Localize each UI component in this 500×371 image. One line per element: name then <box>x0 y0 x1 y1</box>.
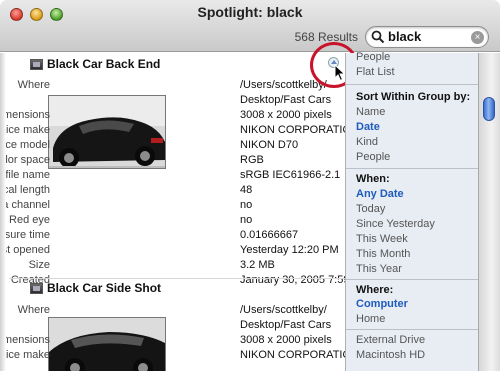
where-option-computer[interactable]: Computer <box>356 298 408 310</box>
sort-option-name[interactable]: Name <box>356 106 385 118</box>
where-option-external-drive[interactable]: External Drive <box>356 334 425 346</box>
sidebar-divider <box>346 279 479 280</box>
result-title[interactable]: Black Car Side Shot <box>47 281 161 295</box>
sidebar-divider <box>346 84 479 85</box>
when-option-any-date[interactable]: Any Date <box>356 188 404 200</box>
result-title[interactable]: Black Car Back End <box>47 57 160 71</box>
where-option-home[interactable]: Home <box>356 313 385 325</box>
spotlight-window: Spotlight: black 568 Results black × Bla… <box>0 0 500 371</box>
group-option-people[interactable]: People <box>356 51 390 63</box>
result-thumbnail[interactable] <box>48 95 166 169</box>
scrollbar-thumb[interactable] <box>483 97 495 121</box>
sort-heading: Sort Within Group by: <box>356 91 471 103</box>
results-list: Black Car Back End Where/Users/scottkelb… <box>0 53 345 371</box>
when-option-this-year[interactable]: This Year <box>356 263 402 275</box>
when-heading: When: <box>356 173 390 185</box>
when-option-this-week[interactable]: This Week <box>356 233 408 245</box>
sidebar-divider <box>346 168 479 169</box>
when-option-today[interactable]: Today <box>356 203 385 215</box>
when-option-since-yesterday[interactable]: Since Yesterday <box>356 218 435 230</box>
when-option-this-month[interactable]: This Month <box>356 248 410 260</box>
window-title: Spotlight: black <box>197 4 303 20</box>
sort-option-people[interactable]: People <box>356 151 390 163</box>
results-count: 568 Results <box>294 30 358 44</box>
vertical-scrollbar[interactable] <box>478 53 500 371</box>
sort-option-date[interactable]: Date <box>356 121 380 133</box>
result-thumbnail[interactable] <box>48 317 166 371</box>
sidebar-divider <box>346 329 479 330</box>
result-item-header[interactable]: Black Car Back End <box>9 57 339 75</box>
where-option-macintosh-hd[interactable]: Macintosh HD <box>356 349 425 361</box>
magnifying-glass-icon <box>371 30 385 47</box>
search-query-text[interactable]: black <box>388 29 421 44</box>
group-option-flat-list[interactable]: Flat List <box>356 66 395 78</box>
sort-option-kind[interactable]: Kind <box>356 136 378 148</box>
clear-search-icon[interactable]: × <box>471 31 484 44</box>
image-file-icon <box>30 283 43 294</box>
result-item-header[interactable]: Black Car Side Shot <box>9 281 339 299</box>
spotlight-sidebar: People Flat List Sort Within Group by: N… <box>345 51 500 371</box>
results-left-edge <box>0 53 6 371</box>
where-heading: Where: <box>356 284 394 296</box>
divider <box>9 278 345 279</box>
title-bar: Spotlight: black 568 Results black × <box>0 0 500 52</box>
image-file-icon <box>30 59 43 70</box>
search-field[interactable]: black × <box>365 26 489 48</box>
